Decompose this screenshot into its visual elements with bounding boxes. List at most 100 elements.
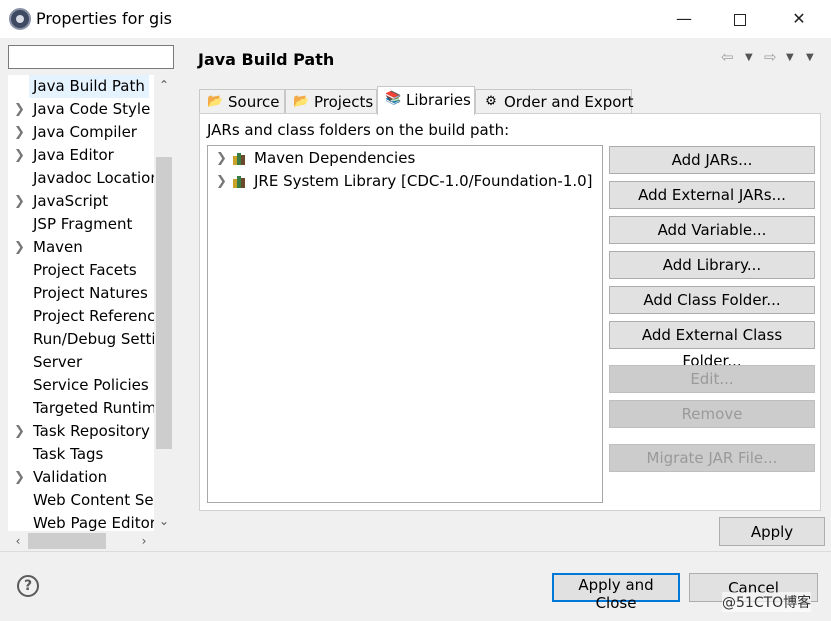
apply-and-close-button[interactable]: Apply and Close — [552, 573, 680, 612]
back-arrow-icon[interactable]: ⇦ — [721, 48, 734, 66]
properties-tree: Java Build Path ❯ Java Code Style ❯ Java Com… — [8, 75, 174, 551]
add-variable-button[interactable]: Add Variable... — [609, 216, 815, 244]
tree-item[interactable]: Web Page Editor — [8, 512, 154, 531]
expand-chevron-icon[interactable]: ❯ — [14, 144, 28, 167]
tree-item-label: Run/Debug Settings — [33, 330, 154, 348]
libraries-tree[interactable]: ❯ Maven Dependencies ❯ JRE System Librar… — [207, 145, 603, 503]
window-title: Properties for gis — [36, 9, 172, 28]
tree-item-label: Project Facets — [33, 261, 137, 279]
tree-item-label: Targeted Runtimes — [33, 399, 154, 417]
add-external-class-folder-button[interactable]: Add External Class Folder... — [609, 321, 815, 370]
edit-button[interactable]: Edit... — [609, 365, 815, 393]
page-header: Java Build Path ⇦ ▼ ⇨ ▼ ▼ — [183, 38, 831, 82]
tree-vscroll-thumb[interactable] — [156, 157, 172, 449]
filter-input[interactable] — [8, 45, 174, 69]
tab-source[interactable]: 📂 Source — [199, 89, 285, 114]
tree-item-label: Project References — [33, 307, 154, 325]
library-books-icon — [233, 175, 247, 188]
library-books-icon — [233, 152, 247, 165]
expand-chevron-icon[interactable]: ❯ — [216, 147, 227, 170]
expand-chevron-icon[interactable]: ❯ — [14, 466, 28, 489]
tree-item[interactable]: Run/Debug Settings — [8, 328, 154, 351]
tree-item-label: Web Page Editor — [33, 514, 154, 531]
add-jars-button[interactable]: Add JARs... — [609, 146, 815, 174]
tree-item[interactable]: Java Build Path — [8, 75, 154, 98]
library-label: JRE System Library [CDC-1.0/Foundation-1… — [254, 172, 593, 190]
back-dropdown-icon[interactable]: ▼ — [745, 52, 753, 63]
scroll-left-icon[interactable]: ‹ — [8, 531, 28, 551]
tree-item[interactable]: Server — [8, 351, 154, 374]
tab-order-and-export[interactable]: ⚙ Order and Export — [475, 89, 634, 114]
expand-chevron-icon[interactable]: ❯ — [14, 420, 28, 443]
tree-item-label: Service Policies — [33, 376, 149, 394]
build-path-caption: JARs and class folders on the build path… — [207, 121, 510, 139]
add-class-folder-button[interactable]: Add Class Folder... — [609, 286, 815, 314]
tree-item[interactable]: JSP Fragment — [8, 213, 154, 236]
tab-libraries[interactable]: 📚 Libraries — [377, 86, 475, 115]
tree-item-label: Maven — [33, 238, 83, 256]
forward-dropdown-icon[interactable]: ▼ — [786, 52, 794, 63]
tree-item[interactable]: ❯ Task Repository — [8, 420, 154, 443]
source-folder-icon: 📂 — [207, 94, 224, 109]
maximize-button[interactable] — [712, 0, 768, 38]
page-title: Java Build Path — [198, 50, 335, 69]
tree-item[interactable]: ❯ JavaScript — [8, 190, 154, 213]
remove-button[interactable]: Remove — [609, 400, 815, 428]
scroll-up-icon[interactable]: ⌃ — [154, 75, 174, 95]
tree-item[interactable]: ❯ Java Compiler — [8, 121, 154, 144]
tree-item[interactable]: Web Content Settings — [8, 489, 154, 512]
title-bar: Properties for gis — ✕ — [0, 0, 831, 38]
tree-item[interactable]: Targeted Runtimes — [8, 397, 154, 420]
eclipse-app-icon — [9, 8, 31, 30]
tree-vertical-scrollbar[interactable]: ⌃ ⌄ — [154, 75, 174, 531]
library-label: Maven Dependencies — [254, 149, 416, 167]
expand-chevron-icon[interactable]: ❯ — [14, 190, 28, 213]
tree-item-label: Java Code Style — [33, 100, 151, 118]
tree-item[interactable]: Service Policies — [8, 374, 154, 397]
tree-hscroll-thumb[interactable] — [28, 533, 106, 549]
expand-chevron-icon[interactable]: ❯ — [14, 236, 28, 259]
tree-item-label: Java Build Path — [29, 75, 149, 98]
expand-chevron-icon[interactable]: ❯ — [216, 170, 227, 193]
tree-item-label: JavaScript — [33, 192, 109, 210]
tree-item[interactable]: ❯ Java Editor — [8, 144, 154, 167]
tree-item-label: Java Editor — [33, 146, 114, 164]
tree-item-label: Web Content Settings — [33, 491, 154, 509]
expand-chevron-icon[interactable]: ❯ — [14, 121, 28, 144]
tree-item-label: Task Tags — [33, 445, 104, 463]
minimize-button[interactable]: — — [656, 0, 712, 38]
properties-tree-list: Java Build Path ❯ Java Code Style ❯ Java Com… — [8, 75, 154, 531]
tree-horizontal-scrollbar[interactable]: ‹ › — [8, 531, 174, 551]
tab-projects-label: Projects — [314, 93, 374, 111]
tree-item-label: JSP Fragment — [33, 215, 133, 233]
tree-item[interactable]: Javadoc Location — [8, 167, 154, 190]
tab-libraries-label: Libraries — [406, 91, 471, 109]
tree-item[interactable]: ❯ Java Code Style — [8, 98, 154, 121]
maximize-icon — [734, 13, 746, 26]
tab-projects[interactable]: 📂 Projects — [285, 89, 377, 114]
add-external-jars-button[interactable]: Add External JARs... — [609, 181, 815, 209]
close-window-button[interactable]: ✕ — [771, 0, 827, 38]
migrate-jar-button[interactable]: Migrate JAR File... — [609, 444, 815, 472]
help-icon[interactable]: ? — [17, 575, 39, 597]
apply-button[interactable]: Apply — [719, 517, 825, 546]
tab-source-label: Source — [228, 93, 280, 111]
tree-item[interactable]: Project Facets — [8, 259, 154, 282]
footer-separator — [0, 551, 831, 552]
tree-item-label: Server — [33, 353, 83, 371]
tree-item-label: Javadoc Location — [33, 169, 154, 187]
tree-item-label: Task Repository — [33, 422, 150, 440]
view-menu-icon[interactable]: ▼ — [806, 52, 814, 63]
forward-arrow-icon[interactable]: ⇨ — [764, 48, 777, 66]
tree-item-label: Project Natures — [33, 284, 148, 302]
tree-item[interactable]: Project Natures — [8, 282, 154, 305]
tree-item[interactable]: Task Tags — [8, 443, 154, 466]
tree-item[interactable]: ❯ Maven — [8, 236, 154, 259]
expand-chevron-icon[interactable]: ❯ — [14, 98, 28, 121]
add-library-button[interactable]: Add Library... — [609, 251, 815, 279]
scroll-right-icon[interactable]: › — [134, 531, 154, 551]
scroll-down-icon[interactable]: ⌄ — [154, 511, 174, 531]
order-export-icon: ⚙ — [485, 94, 497, 109]
tree-item[interactable]: Project References — [8, 305, 154, 328]
tree-item[interactable]: ❯ Validation — [8, 466, 154, 489]
